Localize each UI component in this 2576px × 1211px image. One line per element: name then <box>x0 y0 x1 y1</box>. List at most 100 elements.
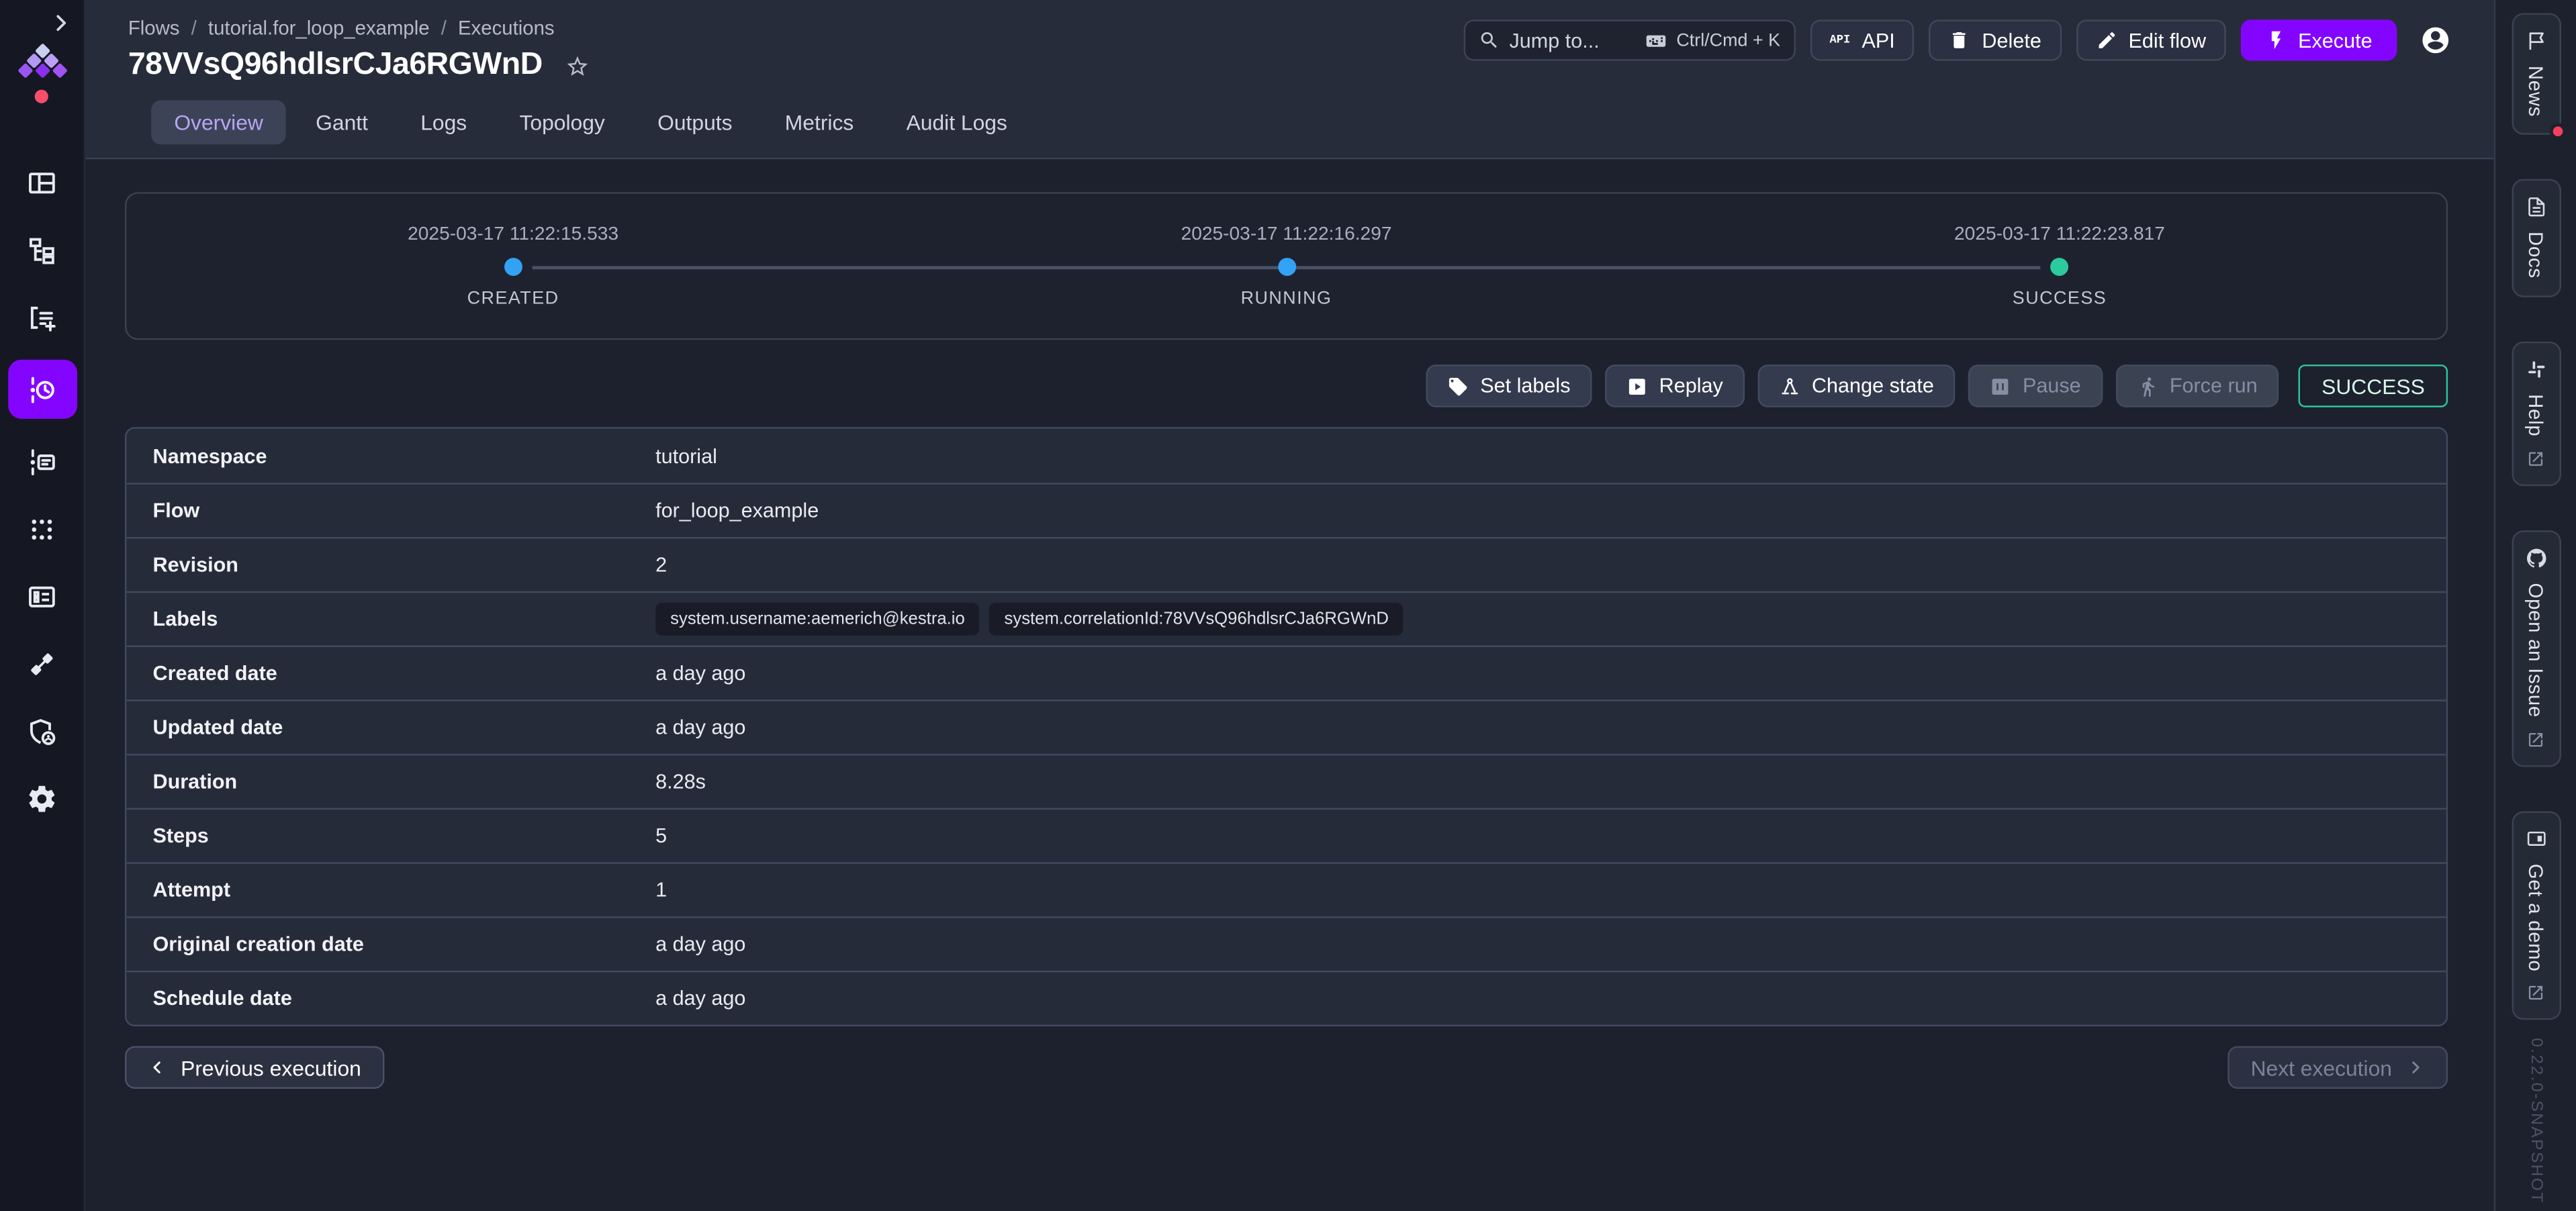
timeline-stops: 2025-03-17 11:22:15.533CREATED2025-03-17… <box>126 194 2446 338</box>
breadcrumb-item-tutorial-for-loop-example[interactable]: tutorial.for_loop_example <box>208 16 430 39</box>
breadcrumb-separator: / <box>191 16 197 39</box>
detail-value: 8.28s <box>655 770 2446 793</box>
delete-button-label: Delete <box>1982 29 2041 52</box>
sidebar-expand-chevron-icon[interactable] <box>49 11 72 34</box>
right-sidebar: NewsDocsHelpOpen an IssueGet a demo0.22.… <box>2494 0 2576 1211</box>
label-chip: system.correlationId:78VVsQ96hdlsrCJa6RG… <box>989 603 1404 636</box>
tab-logs[interactable]: Logs <box>398 100 490 144</box>
api-button[interactable]: API API <box>1810 19 1915 60</box>
file-tree-icon <box>26 234 57 265</box>
side-button-docs[interactable]: Docs <box>2511 179 2560 297</box>
tab-gantt[interactable]: Gantt <box>293 100 391 144</box>
card-bulleted-icon <box>26 581 57 612</box>
topbar: Flows / tutorial.for_loop_example / Executio… <box>85 0 2493 159</box>
previous-execution-button[interactable]: Previous execution <box>125 1046 384 1089</box>
pagination: Previous execution Next execution <box>125 1046 2448 1089</box>
detail-row-updated-date: Updated datea day ago <box>126 699 2446 754</box>
keyboard-icon <box>1645 29 1668 52</box>
connection-icon <box>26 648 57 679</box>
side-button-get-a-demo[interactable]: Get a demo <box>2511 811 2560 1020</box>
previous-execution-label: Previous execution <box>181 1055 361 1080</box>
side-button-label: Get a demo <box>2524 863 2547 971</box>
side-button-help[interactable]: Help <box>2511 341 2560 485</box>
detail-row-flow: Flowfor_loop_example <box>126 483 2446 537</box>
timeline-dot <box>2051 257 2069 275</box>
tabs: OverviewGanttLogsTopologyOutputsMetricsA… <box>125 87 2494 158</box>
side-button-label: Docs <box>2524 232 2547 279</box>
chevron-left-icon <box>148 1057 167 1077</box>
side-button-label: Help <box>2524 394 2547 436</box>
breadcrumb-item-executions[interactable]: Executions <box>458 16 555 39</box>
set-labels-button[interactable]: Set labels <box>1426 365 1592 407</box>
force-run-label: Force run <box>2170 375 2258 397</box>
timeline-stop-created: 2025-03-17 11:22:15.533CREATED <box>126 194 899 338</box>
tab-outputs[interactable]: Outputs <box>635 100 755 144</box>
pause-label: Pause <box>2023 375 2081 397</box>
detail-row-schedule-date: Schedule datea day ago <box>126 971 2446 1025</box>
detail-value: a day ago <box>655 716 2446 739</box>
left-nav <box>0 158 84 823</box>
tab-audit-logs[interactable]: Audit Logs <box>883 100 1030 144</box>
side-button-label: Open an Issue <box>2524 583 2547 717</box>
set-labels-label: Set labels <box>1480 375 1570 397</box>
cog-icon <box>26 783 57 814</box>
breadcrumb-item-flows[interactable]: Flows <box>128 16 180 39</box>
sidebar-item-timeline-clock[interactable] <box>7 360 77 419</box>
side-button-open-an-issue[interactable]: Open an Issue <box>2511 530 2560 766</box>
force-run-button[interactable]: Force run <box>2115 365 2279 407</box>
detail-row-revision: Revision2 <box>126 537 2446 591</box>
timeline-clock-icon <box>26 374 57 405</box>
timeline-dot <box>1277 257 1295 275</box>
sidebar-item-connection[interactable] <box>7 639 77 688</box>
detail-row-steps: Steps5 <box>126 808 2446 863</box>
side-button-news[interactable]: News <box>2511 13 2560 136</box>
list-plus-icon <box>26 301 57 332</box>
pause-button[interactable]: Pause <box>1968 365 2102 407</box>
next-execution-button[interactable]: Next execution <box>2227 1046 2448 1089</box>
sidebar-item-cog[interactable] <box>7 773 77 822</box>
open-in-new-icon <box>2527 449 2545 467</box>
pencil-icon <box>2096 30 2117 51</box>
next-execution-label: Next execution <box>2251 1055 2392 1080</box>
sidebar-item-timeline-text[interactable] <box>7 437 77 486</box>
replay-button[interactable]: Replay <box>1605 365 1745 407</box>
label-chip: system.username:aemerich@kestra.io <box>655 603 980 636</box>
change-state-button[interactable]: Change state <box>1757 365 1955 407</box>
execute-button[interactable]: Execute <box>2240 19 2397 60</box>
sidebar-item-shield-account[interactable] <box>7 706 77 755</box>
github-icon <box>2524 546 2547 569</box>
edit-flow-button[interactable]: Edit flow <box>2076 19 2225 60</box>
sidebar-item-dots-grid[interactable] <box>7 504 77 553</box>
left-sidebar <box>0 0 85 1211</box>
action-buttons: Set labels Replay Change state Pause Force r… <box>1426 365 2279 407</box>
trash-icon <box>1949 30 1971 51</box>
tab-topology[interactable]: Topology <box>496 100 628 144</box>
detail-value: for_loop_example <box>655 499 2446 522</box>
timeline-text-icon <box>26 446 57 477</box>
tab-metrics[interactable]: Metrics <box>762 100 877 144</box>
search-icon <box>1478 30 1500 51</box>
tab-overview[interactable]: Overview <box>151 100 286 144</box>
breadcrumb-title-block: Flows / tutorial.for_loop_example / Executio… <box>128 16 590 83</box>
shortcut-label: Ctrl/Cmd + K <box>1676 30 1780 50</box>
tag-icon <box>1447 375 1469 397</box>
delete-button[interactable]: Delete <box>1929 19 2061 60</box>
pause-box-icon <box>1990 375 2011 397</box>
detail-label: Steps <box>126 824 655 847</box>
jump-to-search[interactable]: Ctrl/Cmd + K <box>1463 19 1795 60</box>
page-title: 78VVsQ96hdlsrCJa6RGWnD <box>128 48 543 84</box>
detail-value: 2 <box>655 553 2446 576</box>
detail-value: tutorial <box>655 444 2446 467</box>
notification-dot <box>2549 124 2565 140</box>
user-avatar[interactable] <box>2420 25 2451 56</box>
file-document-icon <box>2524 196 2547 219</box>
sidebar-item-list-plus[interactable] <box>7 292 77 341</box>
change-state-label: Change state <box>1812 375 1934 397</box>
star-outline-icon[interactable] <box>565 54 590 79</box>
detail-value: a day ago <box>655 662 2446 685</box>
sidebar-item-file-tree[interactable] <box>7 225 77 274</box>
sidebar-item-view-dashboard[interactable] <box>7 158 77 207</box>
sidebar-item-card-bulleted[interactable] <box>7 571 77 620</box>
breadcrumb-separator: / <box>441 16 447 39</box>
search-input[interactable] <box>1509 29 1635 52</box>
